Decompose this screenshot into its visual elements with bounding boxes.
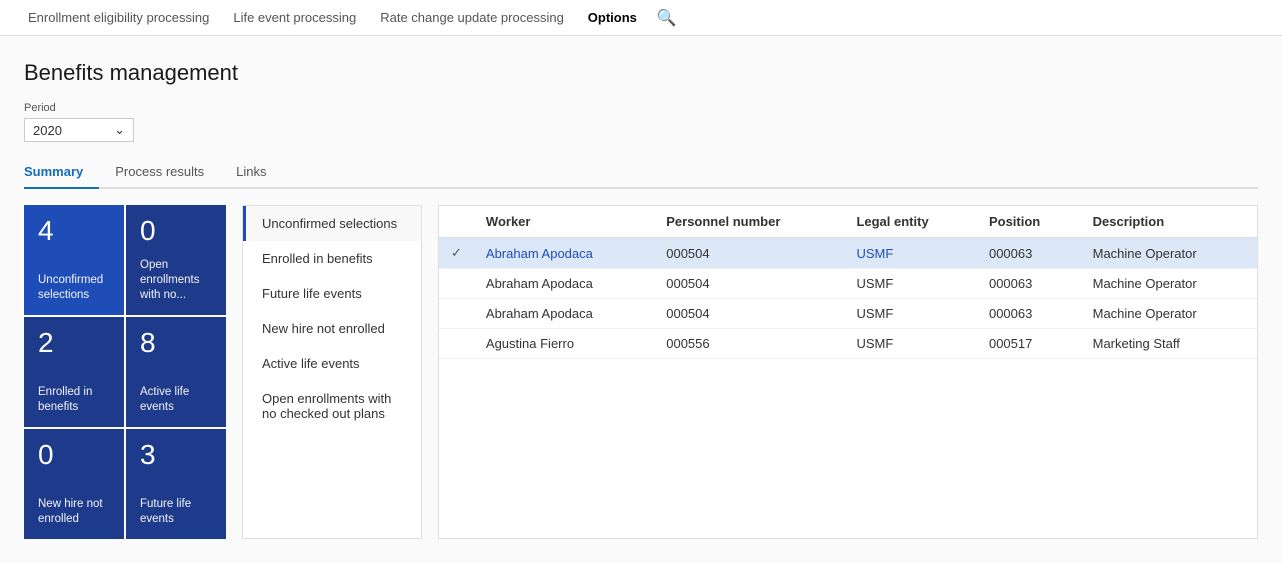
tiles-grid: 4 Unconfirmed selections 0 Open enrollme… [24,205,226,539]
row-check: ✓ [439,238,474,269]
col-check [439,206,474,238]
row-description: Machine Operator [1081,238,1257,269]
row-personnel: 000556 [654,329,844,359]
tile-number-open: 0 [140,217,212,245]
tile-label-enrolled: Enrolled in benefits [38,385,110,415]
table-row[interactable]: ✓Abraham Apodaca000504USMF000063Machine … [439,238,1257,269]
row-description: Machine Operator [1081,299,1257,329]
row-worker: Agustina Fierro [474,329,654,359]
side-panel-item-newhire[interactable]: New hire not enrolled [243,311,421,346]
nav-options[interactable]: Options [576,2,649,33]
col-description[interactable]: Description [1081,206,1257,238]
tile-label-future: Future life events [140,497,212,527]
row-position: 000063 [977,269,1081,299]
search-icon[interactable]: 🔍 [657,8,677,28]
row-worker[interactable]: Abraham Apodaca [474,238,654,269]
page-title: Benefits management [24,60,1258,86]
row-entity: USMF [844,299,977,329]
nav-life-event[interactable]: Life event processing [221,2,368,33]
row-worker: Abraham Apodaca [474,299,654,329]
tile-number-unconfirmed: 4 [38,217,110,245]
col-entity[interactable]: Legal entity [844,206,977,238]
row-worker: Abraham Apodaca [474,269,654,299]
chevron-down-icon: ⌄ [114,122,125,138]
side-panel-item-unconfirmed[interactable]: Unconfirmed selections [243,206,421,241]
row-personnel: 000504 [654,238,844,269]
period-value: 2020 [33,123,62,138]
col-worker[interactable]: Worker [474,206,654,238]
tile-label-open: Open enrollments with no... [140,258,212,303]
table-row[interactable]: Abraham Apodaca000504USMF000063Machine O… [439,299,1257,329]
unconfirmed-selections-table: Worker Personnel number Legal entity Pos… [439,206,1257,359]
row-position: 000063 [977,238,1081,269]
nav-enrollment[interactable]: Enrollment eligibility processing [16,2,221,33]
table-panel: Worker Personnel number Legal entity Pos… [438,205,1258,539]
side-panel-item-open-checkout[interactable]: Open enrollments with no checked out pla… [243,381,421,431]
table-row[interactable]: Abraham Apodaca000504USMF000063Machine O… [439,269,1257,299]
col-personnel[interactable]: Personnel number [654,206,844,238]
side-panel-item-enrolled[interactable]: Enrolled in benefits [243,241,421,276]
row-description: Machine Operator [1081,269,1257,299]
tab-summary[interactable]: Summary [24,158,99,189]
top-navigation: Enrollment eligibility processing Life e… [0,0,1282,36]
table-row[interactable]: Agustina Fierro000556USMF000517Marketing… [439,329,1257,359]
dashboard: 4 Unconfirmed selections 0 Open enrollme… [24,205,1258,539]
tile-label-unconfirmed: Unconfirmed selections [38,273,110,303]
row-check [439,299,474,329]
row-entity[interactable]: USMF [844,238,977,269]
side-panel: Unconfirmed selections Enrolled in benef… [242,205,422,539]
side-panel-item-active[interactable]: Active life events [243,346,421,381]
period-label: Period [24,102,1258,114]
row-entity: USMF [844,269,977,299]
tab-bar: Summary Process results Links [24,158,1258,189]
tile-label-active: Active life events [140,385,212,415]
tile-number-newhire: 0 [38,441,110,469]
row-description: Marketing Staff [1081,329,1257,359]
row-check [439,269,474,299]
tile-number-active: 8 [140,329,212,357]
table-header-row: Worker Personnel number Legal entity Pos… [439,206,1257,238]
col-position[interactable]: Position [977,206,1081,238]
tile-new-hire[interactable]: 0 New hire not enrolled [24,429,124,539]
tile-unconfirmed-selections[interactable]: 4 Unconfirmed selections [24,205,124,315]
tile-number-enrolled: 2 [38,329,110,357]
tile-label-newhire: New hire not enrolled [38,497,110,527]
nav-rate-change[interactable]: Rate change update processing [368,2,576,33]
period-select[interactable]: 2020 ⌄ [24,118,134,142]
row-personnel: 000504 [654,269,844,299]
side-panel-item-future[interactable]: Future life events [243,276,421,311]
tab-links[interactable]: Links [236,158,282,189]
row-position: 000517 [977,329,1081,359]
tab-process-results[interactable]: Process results [115,158,220,189]
row-position: 000063 [977,299,1081,329]
row-personnel: 000504 [654,299,844,329]
tile-active-life[interactable]: 8 Active life events [126,317,226,427]
row-check [439,329,474,359]
tile-number-future: 3 [140,441,212,469]
tile-open-enrollments[interactable]: 0 Open enrollments with no... [126,205,226,315]
row-entity: USMF [844,329,977,359]
main-content: Benefits management Period 2020 ⌄ Summar… [0,36,1282,563]
tile-enrolled-benefits[interactable]: 2 Enrolled in benefits [24,317,124,427]
tile-future-life[interactable]: 3 Future life events [126,429,226,539]
